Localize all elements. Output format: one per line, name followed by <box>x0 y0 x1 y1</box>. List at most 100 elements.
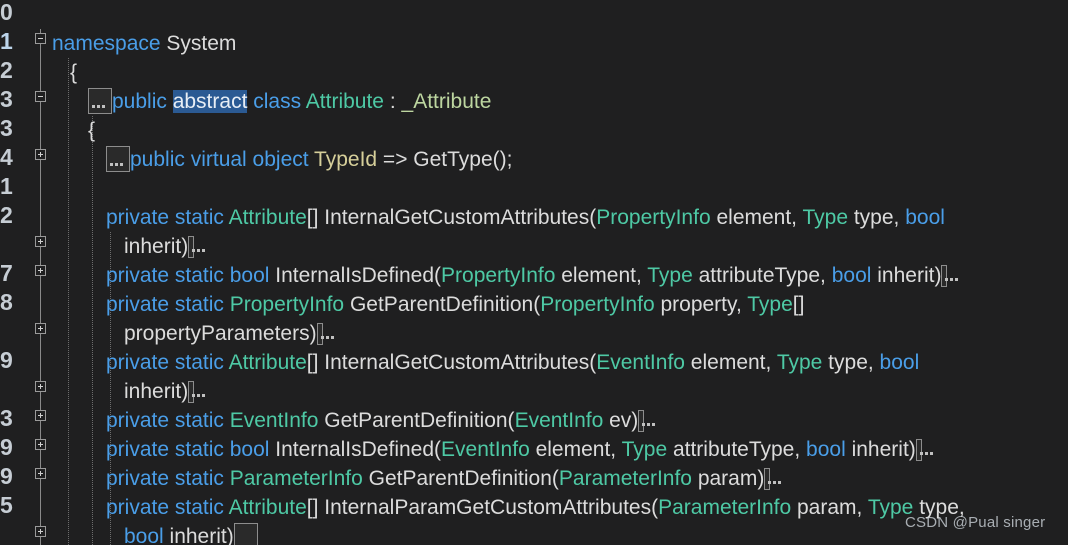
code-token: { <box>88 119 96 142</box>
code-token: Type <box>776 351 823 374</box>
code-line[interactable]: inherit) <box>124 377 196 406</box>
code-line[interactable]: private static Attribute[] InternalGetCu… <box>106 203 945 232</box>
code-line[interactable]: private static ParameterInfo GetParentDe… <box>106 464 772 493</box>
collapsed-region-ellipsis-icon[interactable] <box>188 381 196 403</box>
code-token: Type <box>867 496 914 519</box>
code-token: InternalIsDefined( <box>269 264 442 287</box>
code-token: ParameterInfo <box>229 467 363 490</box>
code-folding-gutter[interactable] <box>30 0 52 545</box>
line-number: 2 <box>0 57 13 83</box>
code-line[interactable]: bool inherit) <box>124 522 258 545</box>
code-line[interactable]: propertyParameters) <box>124 319 324 348</box>
collapsed-region-ellipsis-icon[interactable] <box>188 236 196 258</box>
line-number: 8 <box>0 289 13 315</box>
line-number-gutter: 0 1 2 3 3 4 1 2 7 8 9 3 9 9 5 <box>0 0 30 545</box>
code-token: inherit) <box>845 438 916 461</box>
code-token: EventInfo <box>596 351 685 374</box>
collapsed-region-ellipsis-icon[interactable] <box>316 323 324 345</box>
code-token: Type <box>647 264 693 287</box>
code-token: element, <box>555 264 648 287</box>
line-number: 3 <box>0 86 13 112</box>
line-number: 5 <box>0 492 13 518</box>
code-token: GetParentDefinition( <box>344 293 541 316</box>
code-token: [] <box>792 293 805 316</box>
code-token: Attribute <box>228 351 307 374</box>
code-token: private static <box>106 351 229 374</box>
line-number: 1 <box>0 28 13 54</box>
line-number: 1 <box>0 173 13 199</box>
code-token: PropertyInfo <box>540 293 655 316</box>
code-token: EventInfo <box>229 409 319 432</box>
code-token: GetParentDefinition( <box>318 409 515 432</box>
code-token: bool <box>806 438 846 461</box>
code-token: inherit) <box>871 264 942 287</box>
code-token: : <box>384 90 402 113</box>
line-number: 2 <box>0 202 13 228</box>
code-line[interactable]: { <box>88 116 95 145</box>
line-number: 4 <box>0 144 13 170</box>
code-token: private static <box>106 409 230 432</box>
fold-expand-icon[interactable] <box>35 439 46 450</box>
code-line[interactable]: private static bool InternalIsDefined(Pr… <box>106 261 949 290</box>
code-token: Attribute <box>228 206 307 229</box>
code-token: public virtual object <box>130 148 309 171</box>
code-token: property, <box>654 293 748 316</box>
fold-expand-icon[interactable] <box>35 265 46 276</box>
code-token: PropertyInfo <box>596 206 711 229</box>
fold-expand-icon[interactable] <box>35 381 46 392</box>
fold-collapse-icon[interactable] <box>35 91 46 102</box>
code-line[interactable]: namespace System <box>52 29 236 58</box>
code-token: PropertyInfo <box>441 264 556 287</box>
code-token: param) <box>691 467 765 490</box>
line-number: 9 <box>0 434 13 460</box>
fold-expand-icon[interactable] <box>35 236 46 247</box>
code-token: private static <box>106 496 229 519</box>
collapsed-region-ellipsis-icon[interactable] <box>764 468 772 490</box>
collapsed-region-ellipsis-icon[interactable] <box>233 523 258 545</box>
code-token: inherit) <box>124 235 189 258</box>
code-token: EventInfo <box>441 438 530 461</box>
code-token: element, <box>684 351 777 374</box>
line-number: 9 <box>0 463 13 489</box>
code-token: private static <box>106 206 229 229</box>
code-line[interactable]: private static PropertyInfo GetParentDef… <box>106 290 804 319</box>
code-line[interactable]: private static EventInfo GetParentDefini… <box>106 406 646 435</box>
code-line[interactable]: private static bool InternalIsDefined(Ev… <box>106 435 923 464</box>
code-token: public <box>112 90 173 113</box>
collapsed-region-ellipsis-icon[interactable] <box>915 439 923 461</box>
code-editor-surface[interactable]: 0 1 2 3 3 4 1 2 7 8 9 3 9 9 5 namespace System {public … <box>0 0 1068 545</box>
code-token: [] InternalParamGetCustomAttributes( <box>306 496 659 519</box>
line-number: 3 <box>0 115 13 141</box>
code-token: attributeType, <box>692 264 832 287</box>
code-line[interactable]: public abstract class Attribute : _Attri… <box>88 87 491 116</box>
fold-expand-icon[interactable] <box>35 468 46 479</box>
collapsed-region-ellipsis-icon[interactable] <box>106 146 130 172</box>
code-line[interactable]: private static Attribute[] InternalGetCu… <box>106 348 919 377</box>
code-token: Type <box>621 438 668 461</box>
code-line[interactable]: private static Attribute[] InternalParam… <box>106 493 965 522</box>
collapsed-region-ellipsis-icon[interactable] <box>88 88 112 114</box>
code-token: _Attribute <box>401 90 492 113</box>
code-line[interactable]: public virtual object TypeId => GetType(… <box>106 145 513 174</box>
fold-expand-icon[interactable] <box>35 323 46 334</box>
code-token: propertyParameters) <box>124 322 317 345</box>
code-token: Attribute <box>228 496 307 519</box>
code-token: System <box>160 32 237 55</box>
code-line[interactable]: inherit) <box>124 232 196 261</box>
fold-collapse-icon[interactable] <box>35 33 46 44</box>
collapsed-region-ellipsis-icon[interactable] <box>941 265 949 287</box>
fold-expand-icon[interactable] <box>35 149 46 160</box>
code-token: ev) <box>603 409 639 432</box>
code-token: EventInfo <box>514 409 604 432</box>
line-number: 0 <box>0 0 13 25</box>
collapsed-region-ellipsis-icon[interactable] <box>638 410 646 432</box>
code-token: type, <box>822 351 880 374</box>
code-content[interactable]: namespace System {public abstract class A… <box>52 0 1068 545</box>
fold-expand-icon[interactable] <box>35 526 46 537</box>
code-token: [] InternalGetCustomAttributes( <box>306 206 597 229</box>
code-token: private static bool <box>106 438 270 461</box>
code-line[interactable]: { <box>70 58 77 87</box>
code-token: GetParentDefinition( <box>362 467 559 490</box>
line-number: 9 <box>0 347 13 373</box>
fold-expand-icon[interactable] <box>35 410 46 421</box>
